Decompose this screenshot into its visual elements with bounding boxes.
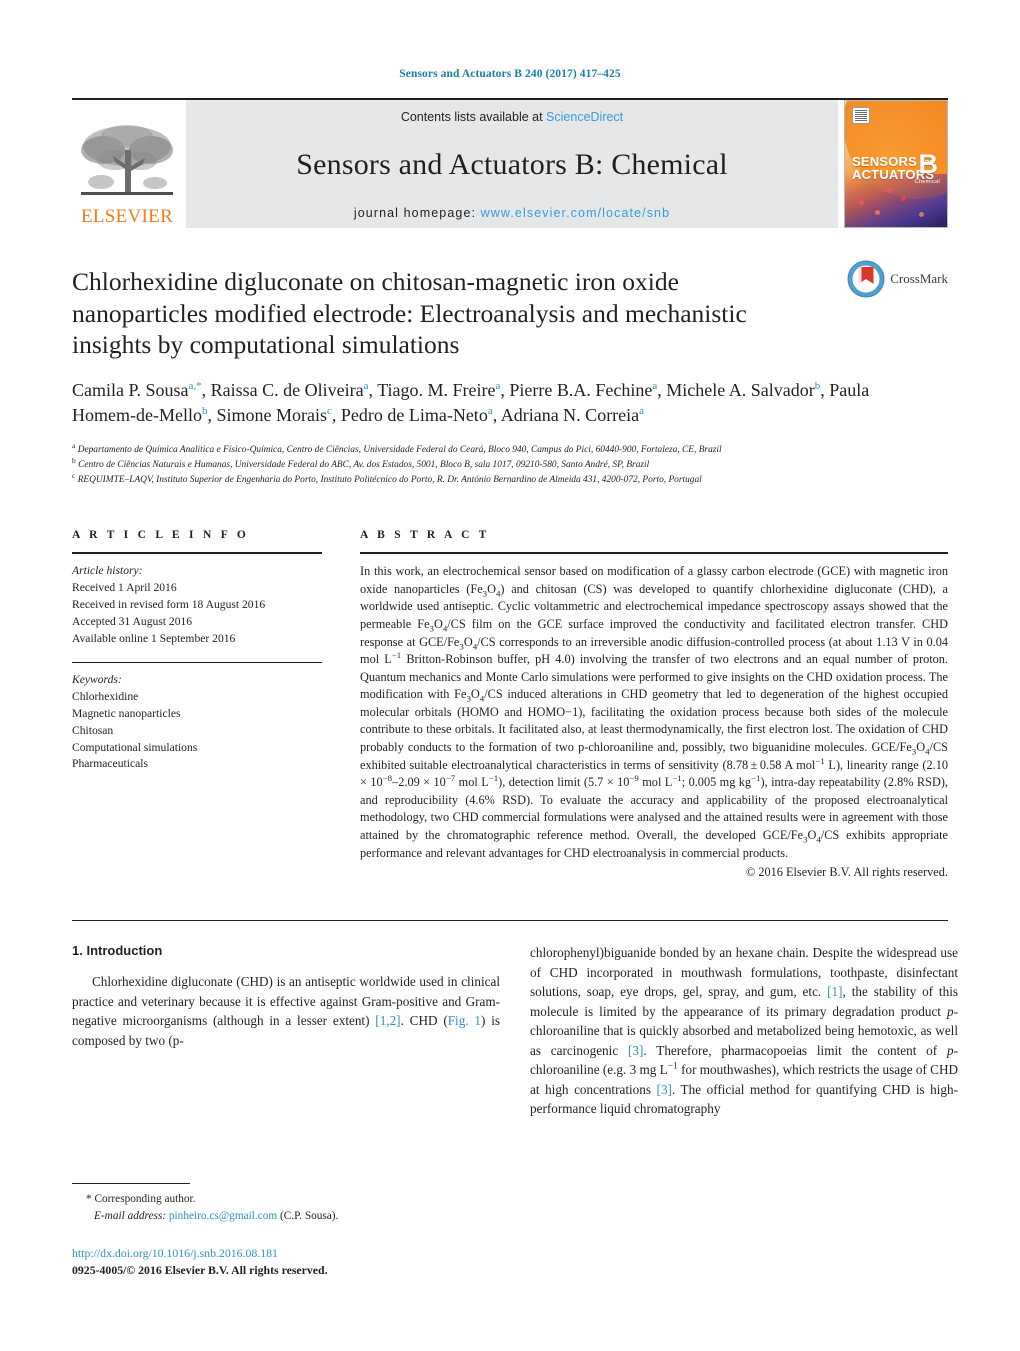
email-line: E-mail address: pinheiro.cs@gmail.com (C… bbox=[72, 1208, 500, 1225]
body-column-left: 1. Introduction Chlorhexidine digluconat… bbox=[72, 943, 500, 1119]
sciencedirect-link[interactable]: ScienceDirect bbox=[546, 110, 623, 124]
cover-speck bbox=[887, 188, 892, 193]
crossmark-badge[interactable]: CrossMark bbox=[847, 260, 948, 298]
email-link[interactable]: pinheiro.cs@gmail.com bbox=[169, 1210, 277, 1222]
contents-list-line: Contents lists available at ScienceDirec… bbox=[401, 110, 623, 124]
info-and-abstract: A R T I C L E I N F O Article history: R… bbox=[72, 529, 948, 880]
doi-link[interactable]: http://dx.doi.org/10.1016/j.snb.2016.08.… bbox=[72, 1245, 500, 1262]
keyword-item: Chlorhexidine bbox=[72, 689, 139, 703]
email-label: E-mail address: bbox=[94, 1209, 167, 1222]
journal-title: Sensors and Actuators B: Chemical bbox=[296, 148, 728, 181]
homepage-prefix: journal homepage: bbox=[353, 206, 481, 220]
history-item: Received in revised form 18 August 2016 bbox=[72, 598, 266, 612]
keyword-item: Pharmaceuticals bbox=[72, 757, 148, 771]
contents-prefix: Contents lists available at bbox=[400, 110, 547, 124]
cover-subtitle: Chemical bbox=[914, 179, 940, 185]
keywords-label: Keywords: bbox=[72, 672, 122, 686]
elsevier-tree-icon bbox=[81, 125, 173, 195]
article-header: CrossMark Chlorhexidine digluconate on c… bbox=[72, 260, 948, 487]
cover-speck bbox=[919, 212, 924, 217]
corresponding-author-line: * Corresponding author. bbox=[86, 1192, 196, 1205]
journal-cover-image: SENSORS and ACTUATORS B Chemical bbox=[844, 100, 948, 228]
elsevier-logo: ELSEVIER bbox=[72, 100, 182, 228]
abstract-heading: A B S T R A C T bbox=[360, 529, 490, 542]
section-title-introduction: 1. Introduction bbox=[72, 943, 163, 959]
article-history-label: Article history: bbox=[72, 564, 143, 578]
cover-volume-letter: B bbox=[918, 149, 939, 179]
article-info-heading: A R T I C L E I N F O bbox=[72, 529, 250, 542]
article-info-column: A R T I C L E I N F O Article history: R… bbox=[72, 529, 322, 880]
journal-homepage-link[interactable]: www.elsevier.com/locate/snb bbox=[481, 206, 671, 220]
journal-homepage-line: journal homepage: www.elsevier.com/locat… bbox=[354, 206, 670, 220]
history-item: Received 1 April 2016 bbox=[72, 581, 177, 595]
doi-block: http://dx.doi.org/10.1016/j.snb.2016.08.… bbox=[72, 1245, 500, 1279]
history-item: Available online 1 September 2016 bbox=[72, 631, 236, 645]
keywords-rule bbox=[72, 661, 322, 663]
journal-masthead: ELSEVIER Contents lists available at Sci… bbox=[72, 98, 948, 228]
page-footnote: * Corresponding author. E-mail address: … bbox=[72, 1182, 500, 1279]
email-owner: (C.P. Sousa). bbox=[280, 1209, 339, 1222]
elsevier-wordmark: ELSEVIER bbox=[80, 206, 174, 227]
keyword-item: Magnetic nanoparticles bbox=[72, 706, 181, 720]
affiliation-list: a Departamento de Química Analítica e Fí… bbox=[72, 440, 948, 487]
issn-copyright-line: 0925-4005/© 2016 Elsevier B.V. All right… bbox=[72, 1262, 328, 1277]
cover-speck bbox=[875, 210, 880, 215]
cover-speck bbox=[859, 200, 864, 205]
crossmark-icon bbox=[847, 260, 885, 298]
keyword-item: Computational simulations bbox=[72, 740, 198, 754]
affiliation-c: c REQUIMTE–LAQV, Instituto Superior de E… bbox=[72, 471, 702, 486]
body-column-right: chlorophenyl)biguanide bonded by an hexa… bbox=[530, 943, 958, 1119]
journal-band: Contents lists available at ScienceDirec… bbox=[186, 100, 838, 228]
affiliation-b: b Centro de Ciências Naturais e Humanas,… bbox=[72, 455, 650, 471]
abstract-column: A B S T R A C T In this work, an electro… bbox=[360, 529, 948, 880]
keyword-item: Chitosan bbox=[72, 723, 114, 737]
abstract-rule bbox=[360, 552, 948, 555]
cover-speck bbox=[901, 196, 906, 201]
corresponding-author-note: * Corresponding author. E-mail address: … bbox=[72, 1191, 500, 1225]
running-head: Sensors and Actuators B 240 (2017) 417–4… bbox=[399, 68, 621, 80]
article-title: Chlorhexidine digluconate on chitosan-ma… bbox=[72, 267, 747, 360]
keywords-block: Keywords: Chlorhexidine Magnetic nanopar… bbox=[72, 672, 322, 774]
paper-page: Sensors and Actuators B 240 (2017) 417–4… bbox=[0, 0, 1020, 1351]
cover-elsevier-mark-icon bbox=[852, 107, 870, 124]
intro-paragraph-right: chlorophenyl)biguanide bonded by an hexa… bbox=[530, 945, 959, 1117]
abstract-copyright: © 2016 Elsevier B.V. All rights reserved… bbox=[745, 865, 948, 880]
article-history-block: Article history: Received 1 April 2016 R… bbox=[72, 563, 322, 648]
author-list: Camila P. Sousaa,*, Raissa C. de Oliveir… bbox=[72, 379, 870, 426]
footnote-rule bbox=[72, 1182, 190, 1184]
affiliation-a: a Departamento de Química Analítica e Fí… bbox=[72, 440, 722, 455]
history-item: Accepted 31 August 2016 bbox=[72, 615, 193, 629]
crossmark-label: CrossMark bbox=[890, 271, 948, 286]
body-columns: 1. Introduction Chlorhexidine digluconat… bbox=[72, 920, 958, 1119]
article-info-rule bbox=[72, 552, 322, 555]
abstract-text: In this work, an electrochemical sensor … bbox=[360, 564, 949, 860]
intro-paragraph-left: Chlorhexidine digluconate (CHD) is an an… bbox=[72, 974, 501, 1048]
